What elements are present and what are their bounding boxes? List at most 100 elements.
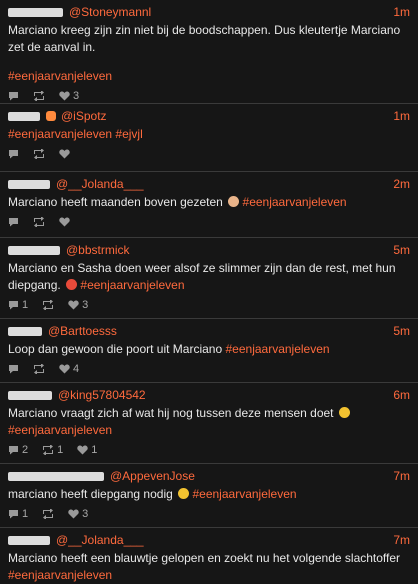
author-handle[interactable]: @__Jolanda___: [56, 176, 144, 192]
author-name-redacted[interactable]: [8, 7, 63, 17]
retweet-icon: [34, 149, 44, 159]
retweet-button[interactable]: [42, 300, 54, 310]
tweet-hashtags: #eenjaarvanjeleven #ejvjl: [8, 126, 410, 143]
tweet-actions: [8, 143, 410, 165]
like-count: 1: [91, 444, 98, 456]
tweet-time: 2m: [393, 177, 410, 191]
like-button[interactable]: 3: [68, 508, 88, 520]
reply-icon: [9, 301, 18, 310]
retweet-button[interactable]: [33, 91, 45, 101]
tweet-item[interactable]: @iSpotz 1m #eenjaarvanjeleven #ejvjl: [0, 104, 418, 172]
author-handle[interactable]: @bbstrmick: [66, 242, 130, 258]
hashtag-link[interactable]: #eenjaarvanjeleven: [8, 568, 112, 582]
tweet-time: 7m: [393, 469, 410, 483]
reply-button[interactable]: [8, 149, 19, 159]
tweet-text-content: Marciano vraagt zich af wat hij nog tuss…: [8, 406, 334, 420]
reply-button[interactable]: [8, 364, 19, 374]
tweet-header: @bbstrmick: [8, 242, 410, 258]
like-count: 3: [73, 90, 80, 102]
like-button[interactable]: 3: [68, 299, 88, 311]
reply-icon: [9, 150, 18, 159]
reply-icon: [9, 92, 18, 101]
tweet-time: 5m: [393, 243, 410, 257]
author-name-redacted[interactable]: [8, 471, 104, 481]
hashtag-link[interactable]: #eenjaarvanjeleven: [192, 487, 296, 501]
retweet-button[interactable]: 1: [42, 444, 63, 456]
hashtag-link[interactable]: #eenjaarvanjeleven: [243, 195, 347, 209]
retweet-button[interactable]: [42, 509, 54, 519]
reply-button[interactable]: [8, 217, 19, 227]
angry-emoji-icon: [66, 279, 78, 290]
facepalm-emoji-icon: [228, 196, 240, 207]
reply-icon: [9, 446, 18, 455]
author-handle[interactable]: @__Jolanda___: [56, 532, 144, 548]
reply-button[interactable]: [8, 91, 19, 101]
hashtag-link[interactable]: #eenjaarvanjeleven: [8, 423, 112, 437]
tweet-feed: @Stoneymannl 1m Marciano kreeg zijn zin …: [0, 0, 418, 584]
like-button[interactable]: [59, 149, 70, 159]
like-count: 3: [82, 299, 89, 311]
author-handle[interactable]: @Barttoesss: [48, 323, 117, 339]
tweet-time: 7m: [393, 533, 410, 547]
retweet-icon: [43, 300, 54, 310]
retweet-button[interactable]: [33, 364, 45, 374]
tweet-item[interactable]: @Stoneymannl 1m Marciano kreeg zijn zin …: [0, 0, 418, 104]
heart-icon: [77, 445, 88, 455]
author-handle[interactable]: @Stoneymannl: [69, 4, 151, 20]
tweet-header: @king57804542: [8, 387, 410, 403]
retweet-button[interactable]: [33, 149, 45, 159]
tweet-text-content: Marciano kreeg zijn zin niet bij de bood…: [8, 23, 401, 54]
tweet-item[interactable]: @AppevenJose 7m marciano heeft diepgang …: [0, 464, 418, 528]
tweet-item[interactable]: @Barttoesss 5m Loop dan gewoon die poort…: [0, 319, 418, 383]
like-count: 3: [82, 508, 89, 520]
author-name-redacted[interactable]: [8, 390, 52, 400]
hashtag-link[interactable]: #eenjaarvanjeleven #ejvjl: [8, 127, 143, 141]
like-button[interactable]: 3: [59, 90, 79, 102]
hashtag-link[interactable]: #eenjaarvanjeleven: [80, 278, 184, 292]
retweet-icon: [43, 509, 54, 519]
author-name-redacted[interactable]: [8, 535, 50, 545]
retweet-icon: [34, 364, 44, 374]
tweet-item[interactable]: @__Jolanda___ 7m Marciano heeft een blau…: [0, 528, 418, 584]
reply-icon: [9, 365, 18, 374]
tweet-header: @Barttoesss: [8, 323, 410, 339]
tweet-text-content: marciano heeft diepgang nodig: [8, 487, 173, 501]
heart-icon: [68, 509, 79, 519]
tweet-item[interactable]: @bbstrmick 5m Marciano en Sasha doen wee…: [0, 238, 418, 319]
laughing-emoji-icon: [338, 407, 350, 418]
like-button[interactable]: 4: [59, 363, 79, 375]
hashtag-link[interactable]: #eenjaarvanjeleven: [226, 342, 330, 356]
like-button[interactable]: 1: [77, 444, 97, 456]
retweet-count: 1: [57, 444, 64, 456]
like-button[interactable]: [59, 217, 70, 227]
tweet-item[interactable]: @king57804542 6m Marciano vraagt zich af…: [0, 383, 418, 464]
reply-count: 1: [22, 508, 29, 520]
reply-button[interactable]: 2: [8, 444, 28, 456]
reply-count: 2: [22, 444, 29, 456]
author-name-redacted[interactable]: [8, 111, 40, 121]
tweet-text: Marciano heeft een blauwtje gelopen en z…: [8, 550, 410, 584]
retweet-button[interactable]: [33, 217, 45, 227]
tweet-header: @AppevenJose: [8, 468, 410, 484]
tweet-text-content: Marciano heeft maanden boven gezeten: [8, 195, 223, 209]
author-handle[interactable]: @king57804542: [58, 387, 146, 403]
heart-icon: [59, 91, 70, 101]
reply-icon: [9, 218, 18, 227]
reply-button[interactable]: 1: [8, 508, 28, 520]
heart-icon: [59, 149, 70, 159]
reply-button[interactable]: 1: [8, 299, 28, 311]
paw-emoji-icon: [46, 111, 56, 121]
tweet-actions: 1 3: [8, 294, 410, 316]
author-name-redacted[interactable]: [8, 326, 42, 336]
tweet-header: @iSpotz: [8, 108, 410, 124]
tweet-actions: [8, 211, 410, 233]
author-handle[interactable]: @iSpotz: [61, 108, 107, 124]
tweet-time: 1m: [393, 109, 410, 123]
author-handle[interactable]: @AppevenJose: [110, 468, 195, 484]
tweet-item[interactable]: @__Jolanda___ 2m Marciano heeft maanden …: [0, 172, 418, 238]
hashtag-link[interactable]: #eenjaarvanjeleven: [8, 69, 112, 83]
reply-count: 1: [22, 299, 29, 311]
heart-icon: [59, 217, 70, 227]
author-name-redacted[interactable]: [8, 179, 50, 189]
author-name-redacted[interactable]: [8, 245, 60, 255]
